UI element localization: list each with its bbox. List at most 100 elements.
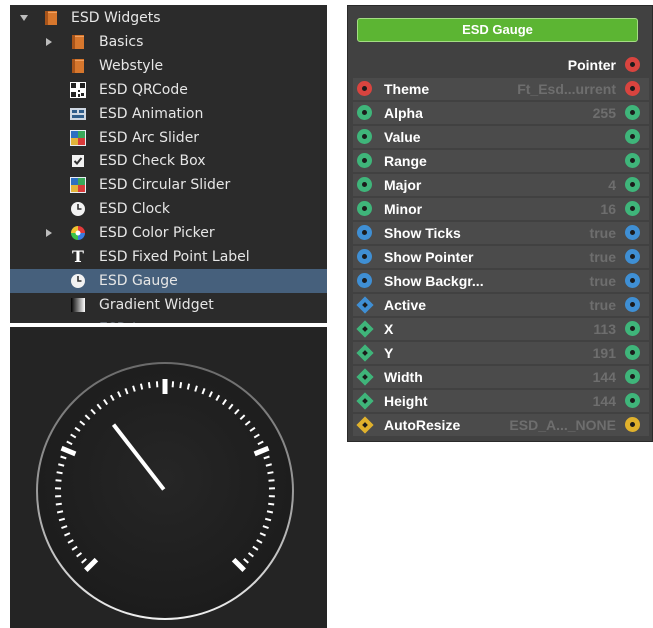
input-port-icon[interactable] [357, 177, 372, 192]
output-port-icon[interactable] [625, 57, 640, 72]
output-port-icon[interactable] [625, 177, 640, 192]
output-port-icon[interactable] [625, 201, 640, 216]
property-value[interactable]: 191 [593, 342, 616, 364]
property-value[interactable]: true [590, 222, 616, 244]
output-port-icon[interactable] [625, 153, 640, 168]
property-value[interactable]: true [590, 246, 616, 268]
book-icon [70, 34, 86, 50]
input-port-icon[interactable] [356, 368, 374, 386]
collapse-right-arrow-icon[interactable] [46, 229, 52, 238]
node-title[interactable]: ESD Gauge [357, 18, 638, 42]
property-y[interactable]: Y 191 [353, 342, 649, 364]
property-value[interactable]: 144 [593, 390, 616, 412]
tree-item-basics[interactable]: Basics [10, 30, 327, 54]
input-port-icon[interactable] [357, 249, 372, 264]
output-port-icon[interactable] [625, 129, 640, 144]
property-height[interactable]: Height 144 [353, 390, 649, 412]
property-value[interactable]: ESD_A..._NONE [509, 414, 616, 436]
property-value[interactable]: 4 [608, 174, 616, 196]
output-port-icon[interactable] [625, 393, 640, 408]
animation-icon [70, 106, 86, 122]
input-port-icon[interactable] [356, 296, 374, 314]
tree-item-esd-arc-slider[interactable]: ESD Arc Slider [10, 126, 327, 150]
input-port-icon[interactable] [356, 344, 374, 362]
property-show-pointer[interactable]: Show Pointer true [353, 246, 649, 268]
output-port-icon[interactable] [625, 249, 640, 264]
input-port-icon[interactable] [356, 416, 374, 434]
output-port-icon[interactable] [625, 297, 640, 312]
property-name: Major [384, 177, 422, 193]
property-width[interactable]: Width 144 [353, 366, 649, 388]
output-port-icon[interactable] [625, 81, 640, 96]
tree-item-esd-clock[interactable]: ESD Clock [10, 197, 327, 221]
book-icon [43, 10, 59, 26]
property-value[interactable]: Ft_Esd...urrent [517, 78, 616, 100]
tree-item-esd-animation[interactable]: ESD Animation [10, 102, 327, 126]
property-name: X [384, 321, 394, 337]
esd-gauge-node[interactable]: ESD Gauge Pointer Theme Ft_Esd...urrent Alp… [347, 5, 653, 442]
expand-down-arrow-icon[interactable] [20, 15, 28, 21]
tree-item-gradient-widget[interactable]: Gradient Widget [10, 293, 327, 317]
property-minor[interactable]: Minor 16 [353, 198, 649, 220]
input-port-icon[interactable] [357, 153, 372, 168]
property-x[interactable]: X 113 [353, 318, 649, 340]
tree-item-esd-fixed-point-label[interactable]: T ESD Fixed Point Label [10, 245, 327, 269]
input-port-icon[interactable] [357, 105, 372, 120]
property-major[interactable]: Major 4 [353, 174, 649, 196]
tree-item-label: ESD Circular Slider [99, 177, 231, 194]
property-name: Active [384, 297, 427, 313]
property-value[interactable]: 16 [600, 198, 616, 220]
property-alpha[interactable]: Alpha 255 [353, 102, 649, 124]
gauge-minor-tick [139, 383, 144, 390]
output-port-icon[interactable] [625, 225, 640, 240]
tree-item-esd-color-picker[interactable]: ESD Color Picker [10, 221, 327, 245]
output-port-icon[interactable] [625, 369, 640, 384]
book-icon [70, 58, 86, 74]
input-port-icon[interactable] [357, 225, 372, 240]
output-port-icon[interactable] [625, 105, 640, 120]
gauge-minor-tick [55, 479, 62, 482]
property-value[interactable]: 144 [593, 366, 616, 388]
gauge-widget[interactable] [10, 327, 327, 628]
output-port-icon[interactable] [625, 321, 640, 336]
output-port-icon[interactable] [625, 345, 640, 360]
circular-slider-icon [70, 177, 86, 194]
tree-item-webstyle[interactable]: Webstyle [10, 54, 327, 78]
tree-item-esd-widgets[interactable]: ESD Widgets [10, 6, 327, 30]
tree-item-esd-gauge[interactable]: ESD Gauge [10, 268, 327, 293]
tree-item-esd-check-box[interactable]: ESD Check Box [10, 149, 327, 173]
gauge-minor-tick [147, 382, 151, 389]
gauge-minor-tick [267, 471, 274, 475]
property-show-ticks[interactable]: Show Ticks true [353, 222, 649, 244]
collapse-right-arrow-icon[interactable] [46, 37, 52, 46]
input-port-icon[interactable] [357, 81, 372, 96]
clock-icon [70, 201, 86, 217]
input-port-icon[interactable] [357, 201, 372, 216]
gauge-minor-tick [56, 510, 64, 514]
tree-item-partial[interactable]: ESD L... [10, 317, 327, 323]
property-autoresize[interactable]: AutoResize ESD_A..._NONE [353, 414, 649, 436]
tree-item-esd-circular-slider[interactable]: ESD Circular Slider [10, 173, 327, 197]
input-port-icon[interactable] [357, 129, 372, 144]
property-active[interactable]: Active true [353, 294, 649, 316]
property-theme[interactable]: Theme Ft_Esd...urrent [353, 78, 649, 100]
input-port-icon[interactable] [356, 392, 374, 410]
property-value[interactable]: Value [353, 126, 649, 148]
property-range[interactable]: Range [353, 150, 649, 172]
property-value[interactable]: 255 [593, 102, 616, 124]
output-port-icon[interactable] [625, 417, 640, 432]
property-value[interactable]: 113 [593, 318, 616, 340]
text-icon: T [72, 247, 84, 266]
gauge-minor-tick [56, 471, 63, 475]
tree-item-label: ESD Clock [99, 201, 170, 218]
input-port-icon[interactable] [356, 320, 374, 338]
property-value[interactable]: true [590, 270, 616, 292]
gauge-minor-tick [55, 502, 62, 506]
property-name: Y [384, 345, 394, 361]
tree-item-esd-qrcode[interactable]: ESD QRCode [10, 78, 327, 102]
property-show-backgr[interactable]: Show Backgr... true [353, 270, 649, 292]
property-name: Show Backgr... [384, 273, 484, 289]
output-port-icon[interactable] [625, 273, 640, 288]
property-value[interactable]: true [590, 294, 616, 316]
input-port-icon[interactable] [357, 273, 372, 288]
